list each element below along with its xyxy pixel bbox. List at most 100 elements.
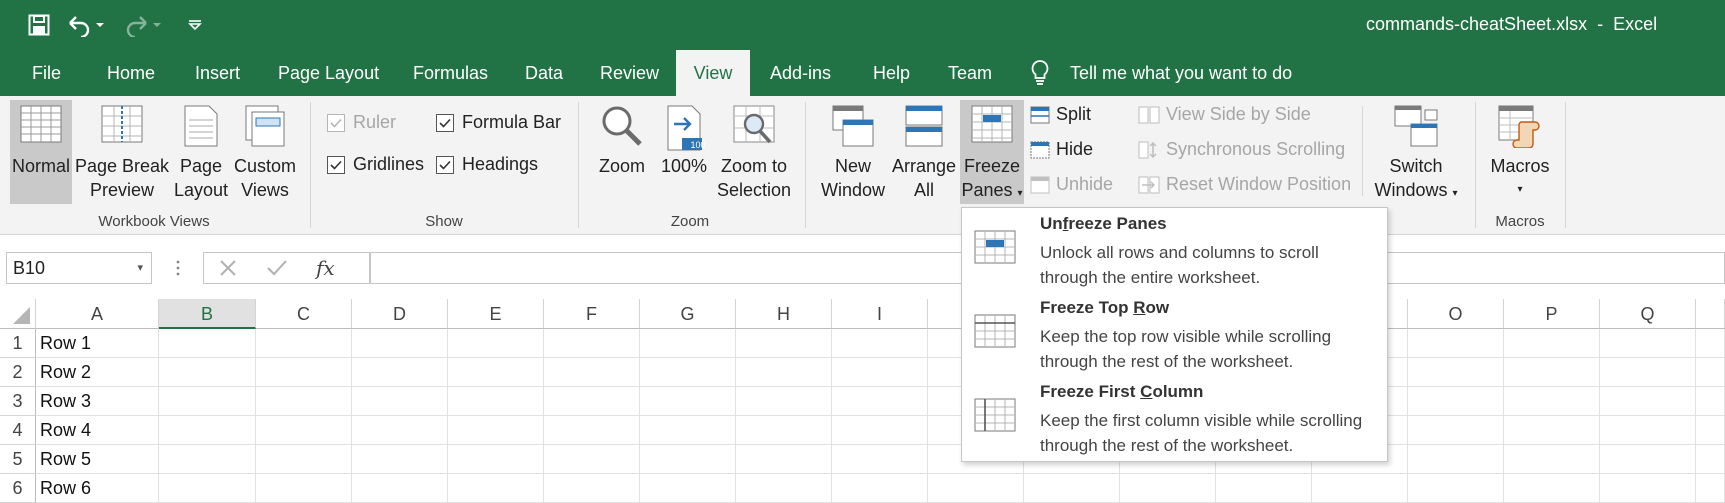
- cell[interactable]: [1696, 416, 1725, 445]
- cell[interactable]: [352, 416, 448, 445]
- cell[interactable]: [736, 358, 832, 387]
- cell[interactable]: [1408, 445, 1504, 474]
- cell[interactable]: [1216, 474, 1312, 503]
- name-box[interactable]: B10 ▾: [6, 252, 152, 284]
- cell[interactable]: [544, 387, 640, 416]
- insert-function-icon[interactable]: fx: [316, 256, 335, 280]
- cell[interactable]: [640, 329, 736, 358]
- tab-file[interactable]: File: [14, 50, 79, 96]
- undo-icon[interactable]: [64, 12, 106, 38]
- cell[interactable]: [1408, 329, 1504, 358]
- view-side-by-side-button[interactable]: View Side by Side: [1138, 104, 1311, 125]
- cell[interactable]: [159, 445, 256, 474]
- row-header[interactable]: 5: [0, 445, 36, 474]
- tab-data[interactable]: Data: [507, 50, 581, 96]
- cell[interactable]: [256, 387, 352, 416]
- cell[interactable]: [736, 445, 832, 474]
- tab-add-ins[interactable]: Add-ins: [752, 50, 849, 96]
- tab-help[interactable]: Help: [855, 50, 928, 96]
- custom-views-button[interactable]: Custom Views: [232, 100, 298, 204]
- row-header[interactable]: 3: [0, 387, 36, 416]
- cell[interactable]: [352, 329, 448, 358]
- cell[interactable]: [352, 358, 448, 387]
- cell[interactable]: [640, 445, 736, 474]
- cell[interactable]: [544, 445, 640, 474]
- cell[interactable]: [736, 474, 832, 503]
- formula-bar-checkbox[interactable]: Formula Bar: [436, 112, 561, 133]
- column-header[interactable]: O: [1408, 299, 1504, 329]
- headings-checkbox[interactable]: Headings: [436, 154, 538, 175]
- column-header[interactable]: A: [36, 299, 159, 329]
- cell[interactable]: [448, 358, 544, 387]
- cell[interactable]: [736, 329, 832, 358]
- unfreeze-panes-item[interactable]: Unfreeze Panes Unlock all rows and colum…: [962, 208, 1387, 292]
- cell[interactable]: [1600, 445, 1696, 474]
- cell[interactable]: [1696, 387, 1725, 416]
- freeze-first-column-item[interactable]: Freeze First Column Keep the first colum…: [962, 376, 1387, 460]
- customize-qat-icon[interactable]: [184, 12, 206, 38]
- page-layout-view-button[interactable]: Page Layout: [170, 100, 232, 204]
- cell[interactable]: [1600, 416, 1696, 445]
- normal-view-button[interactable]: Normal: [10, 100, 72, 204]
- tab-page-layout[interactable]: Page Layout: [260, 50, 397, 96]
- cell[interactable]: [1696, 358, 1725, 387]
- hide-button[interactable]: Hide: [1030, 139, 1093, 160]
- cell[interactable]: [928, 474, 1024, 503]
- cell[interactable]: [1408, 474, 1504, 503]
- chevron-down-icon[interactable]: ▾: [137, 253, 143, 283]
- cell[interactable]: [832, 474, 928, 503]
- new-window-button[interactable]: New Window: [816, 100, 890, 204]
- ruler-checkbox[interactable]: Ruler: [327, 112, 396, 133]
- reset-window-position-button[interactable]: Reset Window Position: [1138, 174, 1351, 195]
- arrange-all-button[interactable]: Arrange All: [890, 100, 958, 204]
- cell[interactable]: [832, 358, 928, 387]
- cell[interactable]: [159, 358, 256, 387]
- column-header[interactable]: [1696, 299, 1725, 329]
- cell-a[interactable]: Row 6: [36, 474, 159, 503]
- cell[interactable]: [352, 445, 448, 474]
- lightbulb-icon[interactable]: [1030, 59, 1050, 92]
- cell[interactable]: [640, 358, 736, 387]
- zoom-to-selection-button[interactable]: Zoom to Selection: [714, 100, 794, 204]
- freeze-panes-button[interactable]: Freeze Panes ▾: [960, 100, 1024, 204]
- cancel-icon[interactable]: [218, 258, 238, 283]
- cell[interactable]: [1600, 474, 1696, 503]
- tab-insert[interactable]: Insert: [177, 50, 258, 96]
- tell-me-search[interactable]: Tell me what you want to do: [1070, 50, 1292, 96]
- cell[interactable]: [1408, 358, 1504, 387]
- row-header[interactable]: 1: [0, 329, 36, 358]
- column-header[interactable]: B: [159, 299, 256, 329]
- cell[interactable]: [832, 329, 928, 358]
- tab-home[interactable]: Home: [89, 50, 173, 96]
- tab-view[interactable]: View: [676, 50, 750, 96]
- macros-button[interactable]: Macros ▾: [1484, 100, 1556, 204]
- cell[interactable]: [640, 474, 736, 503]
- cell[interactable]: [159, 474, 256, 503]
- tab-formulas[interactable]: Formulas: [395, 50, 506, 96]
- cell[interactable]: [256, 416, 352, 445]
- cell[interactable]: [1504, 387, 1600, 416]
- column-header[interactable]: C: [256, 299, 352, 329]
- cell[interactable]: [1696, 445, 1725, 474]
- column-header[interactable]: H: [736, 299, 832, 329]
- cell[interactable]: [1504, 416, 1600, 445]
- cell[interactable]: [544, 358, 640, 387]
- cell[interactable]: [256, 474, 352, 503]
- column-header[interactable]: G: [640, 299, 736, 329]
- cell[interactable]: [544, 474, 640, 503]
- column-header[interactable]: P: [1504, 299, 1600, 329]
- cell[interactable]: [1696, 474, 1725, 503]
- freeze-top-row-item[interactable]: Freeze Top Row Keep the top row visible …: [962, 292, 1387, 376]
- cell[interactable]: [544, 416, 640, 445]
- cell[interactable]: [544, 329, 640, 358]
- select-all-corner[interactable]: [0, 299, 36, 329]
- tab-review[interactable]: Review: [582, 50, 677, 96]
- tab-team[interactable]: Team: [930, 50, 1010, 96]
- cell[interactable]: [352, 474, 448, 503]
- split-button[interactable]: Split: [1030, 104, 1091, 125]
- cell[interactable]: [352, 387, 448, 416]
- cell-a[interactable]: Row 2: [36, 358, 159, 387]
- cell[interactable]: [1600, 387, 1696, 416]
- row-header[interactable]: 4: [0, 416, 36, 445]
- synchronous-scrolling-button[interactable]: Synchronous Scrolling: [1138, 139, 1345, 160]
